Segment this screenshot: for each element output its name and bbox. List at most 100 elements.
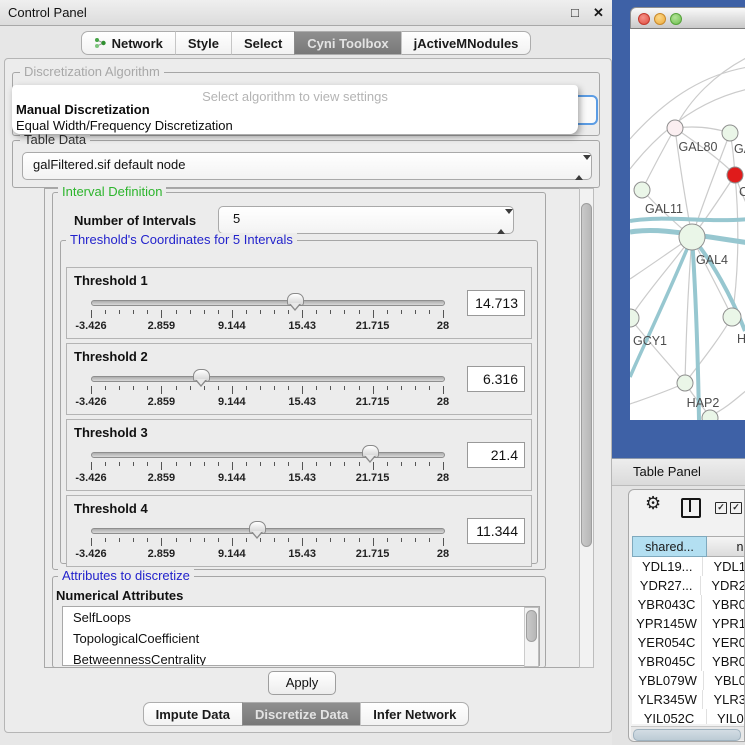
node-hap2[interactable] [677, 375, 693, 391]
algorithm-dropdown-popup: Select algorithm to view settings Manual… [12, 85, 578, 134]
tab-select[interactable]: Select [231, 31, 294, 55]
cell-shared-name[interactable]: YDL19... [632, 557, 703, 576]
cell-name[interactable]: YLR3 [703, 690, 745, 709]
network-window-frame: GAL80 GA C GAL11 GAL4 GCY1 H HAP2 [612, 0, 745, 458]
cell-name[interactable]: YIL0 [707, 709, 744, 724]
node-gal80[interactable] [667, 120, 683, 136]
node-bottom-partial[interactable] [702, 410, 718, 420]
checkbox-icon-2[interactable]: ✓ [730, 502, 742, 514]
cell-name[interactable]: YBR0 [702, 595, 745, 614]
node-gal11[interactable] [634, 182, 650, 198]
threshold-slider[interactable]: -3.4262.8599.14415.4321.71528 [91, 420, 443, 490]
slider-track[interactable] [91, 300, 445, 306]
slider-track[interactable] [91, 376, 445, 382]
table-row[interactable]: YER054CYER0 [632, 633, 745, 652]
attribute-list-item[interactable]: TopologicalCoefficient [63, 628, 539, 649]
apply-button[interactable]: Apply [268, 671, 336, 695]
checkbox-icon-1[interactable]: ✓ [715, 502, 727, 514]
table-row[interactable]: YBL079WYBL0 [632, 671, 745, 690]
tab-impute-data[interactable]: Impute Data [143, 702, 242, 726]
table-row[interactable]: YIL052CYIL0 [632, 709, 745, 724]
slider-thumb[interactable] [193, 369, 210, 382]
slider-tick [429, 386, 430, 390]
cell-name[interactable]: YER0 [702, 633, 745, 652]
node-right[interactable] [723, 308, 741, 326]
slider-thumb[interactable] [362, 445, 379, 458]
horizontal-scrollbar[interactable] [631, 726, 744, 740]
cell-shared-name[interactable]: YER054C [632, 633, 702, 652]
network-view-canvas[interactable]: GAL80 GA C GAL11 GAL4 GCY1 H HAP2 [630, 29, 745, 420]
attribute-list-item[interactable]: BetweennessCentrality [63, 649, 539, 666]
threshold-slider[interactable]: -3.4262.8599.14415.4321.71528 [91, 496, 443, 566]
attribute-list-item[interactable]: SelfLoops [63, 607, 539, 628]
slider-thumb[interactable] [287, 293, 304, 306]
cell-shared-name[interactable]: YDR27... [632, 576, 701, 595]
node-top-right[interactable] [722, 125, 738, 141]
minimize-traffic-light-icon[interactable] [654, 13, 666, 25]
table-row[interactable]: YBR043CYBR0 [632, 595, 745, 614]
float-window-icon[interactable]: □ [571, 0, 579, 25]
network-nodes[interactable] [630, 120, 743, 420]
slider-track[interactable] [91, 528, 445, 534]
slider-tick [330, 310, 331, 314]
scrollbar-thumb[interactable] [526, 610, 537, 642]
cell-shared-name[interactable]: YPR145W [632, 614, 702, 633]
tab-style[interactable]: Style [175, 31, 231, 55]
cell-name[interactable]: YDL1 [703, 557, 745, 576]
cell-name[interactable]: YBR0 [702, 652, 745, 671]
threshold-value-field[interactable]: 11.344 [467, 518, 525, 544]
table-row[interactable]: YPR145WYPR1 [632, 614, 745, 633]
cell-shared-name[interactable]: YBR045C [632, 652, 702, 671]
threshold-value-field[interactable]: 21.4 [467, 442, 525, 468]
interval-definition-label: Interval Definition [58, 185, 166, 199]
node-selected-red[interactable] [727, 167, 743, 183]
cell-shared-name[interactable]: YLR345W [632, 690, 703, 709]
close-icon[interactable]: ✕ [593, 0, 604, 25]
threshold-slider[interactable]: -3.4262.8599.14415.4321.71528 [91, 268, 443, 338]
vertical-scrollbar[interactable] [579, 188, 594, 668]
slider-track[interactable] [91, 452, 445, 458]
threshold-slider[interactable]: -3.4262.8599.14415.4321.71528 [91, 344, 443, 414]
close-traffic-light-icon[interactable] [638, 13, 650, 25]
scrollbar-thumb[interactable] [581, 203, 592, 547]
tab-network[interactable]: Network [81, 31, 175, 55]
cell-shared-name[interactable]: YBL079W [632, 671, 704, 690]
popup-item-manual-discretization[interactable]: Manual Discretization [16, 102, 150, 117]
zoom-traffic-light-icon[interactable] [670, 13, 682, 25]
tab-cyni-toolbox[interactable]: Cyni Toolbox [294, 31, 400, 55]
cell-name[interactable]: YBL0 [704, 671, 745, 690]
slider-thumb[interactable] [249, 521, 266, 534]
slider-tick [401, 310, 402, 314]
slider-tick [330, 538, 331, 542]
cell-shared-name[interactable]: YBR043C [632, 595, 702, 614]
network-window-titlebar[interactable] [630, 7, 745, 29]
scrollbar-thumb[interactable] [633, 729, 741, 741]
slider-tick [105, 310, 106, 314]
tab-jactivemnodules[interactable]: jActiveMNodules [401, 31, 532, 55]
tab-discretize-data[interactable]: Discretize Data [242, 702, 360, 726]
slider-tick [344, 386, 345, 390]
node-gcy1[interactable] [630, 309, 639, 327]
popup-item-equal-width-frequency[interactable]: Equal Width/Frequency Discretization [16, 118, 233, 133]
table-row[interactable]: YBR045CYBR0 [632, 652, 745, 671]
node-gal4[interactable] [679, 224, 705, 250]
number-of-intervals-combobox[interactable]: 5 [218, 206, 514, 234]
column-header-shared[interactable]: shared... [632, 536, 707, 557]
column-header-name[interactable]: na [707, 536, 745, 557]
table-row[interactable]: YDL19...YDL1 [632, 557, 745, 576]
cell-name[interactable]: YPR1 [702, 614, 745, 633]
table-row[interactable]: YLR345WYLR3 [632, 690, 745, 709]
gear-icon[interactable]: ⚙ [645, 493, 661, 514]
attributes-list-scrollbar[interactable] [524, 607, 539, 667]
table-data-combobox[interactable]: galFiltered.sif default node [22, 152, 592, 180]
cell-shared-name[interactable]: YIL052C [632, 709, 707, 724]
column-layout-icon[interactable] [681, 498, 701, 518]
slider-tick [161, 386, 162, 394]
threshold-value-field[interactable]: 6.316 [467, 366, 525, 392]
tab-infer-network[interactable]: Infer Network [360, 702, 469, 726]
table-row[interactable]: YDR27...YDR2 [632, 576, 745, 595]
cell-name[interactable]: YDR2 [701, 576, 745, 595]
numerical-attributes-list[interactable]: SelfLoopsTopologicalCoefficientBetweenne… [62, 606, 540, 666]
slider-tick-label: 21.715 [356, 472, 390, 484]
threshold-value-field[interactable]: 14.713 [467, 290, 525, 316]
